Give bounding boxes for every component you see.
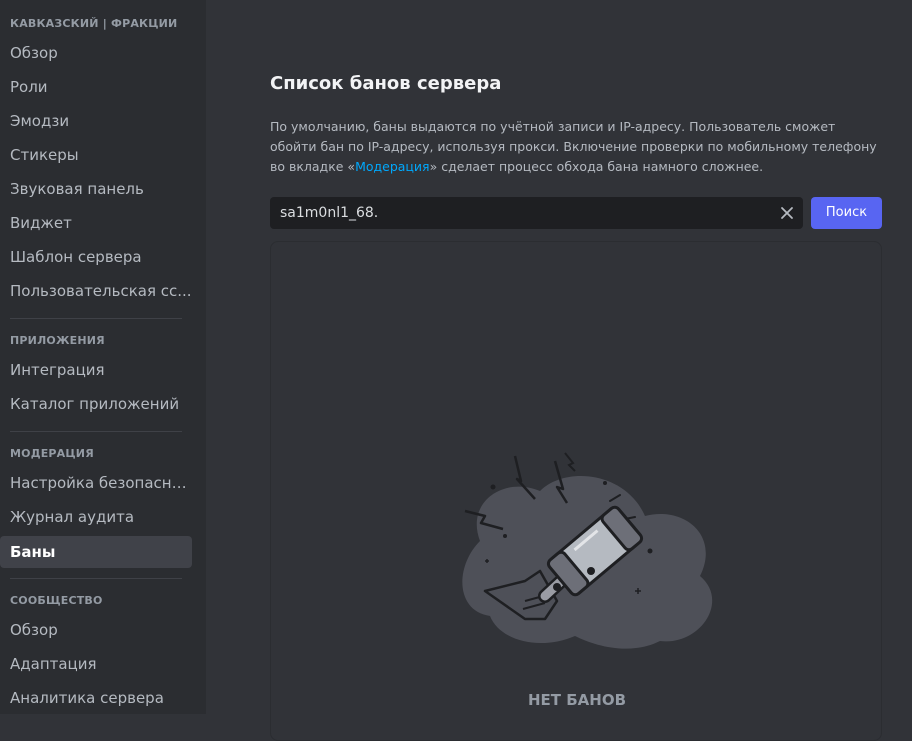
main-content: Список банов сервера По умолчанию, баны … bbox=[206, 0, 912, 741]
sidebar-item-server-insights[interactable]: Аналитика сервера bbox=[0, 682, 192, 714]
sidebar-item-custom-link[interactable]: Пользовательская сс... bbox=[0, 275, 192, 307]
search-input[interactable] bbox=[270, 197, 770, 229]
section-title-moderation: МОДЕРАЦИЯ bbox=[10, 447, 94, 460]
description-text: » сделает процесс обхода бана намного сл… bbox=[429, 159, 764, 174]
sidebar-divider bbox=[10, 431, 182, 432]
sidebar-item-soundboard[interactable]: Звуковая панель bbox=[0, 173, 192, 205]
sidebar-item-bans[interactable]: Баны bbox=[0, 536, 192, 568]
bans-description: По умолчанию, баны выдаются по учётной з… bbox=[270, 117, 878, 177]
search-box bbox=[270, 197, 803, 229]
sidebar-item-safety-setup[interactable]: Настройка безопасно... bbox=[0, 467, 192, 499]
sidebar-item-integrations[interactable]: Интеграция bbox=[0, 354, 192, 386]
sidebar-item-emoji[interactable]: Эмодзи bbox=[0, 105, 192, 137]
section-title-apps: ПРИЛОЖЕНИЯ bbox=[10, 334, 105, 347]
bans-list-panel: НЕТ БАНОВ bbox=[270, 241, 882, 741]
sidebar-item-onboarding[interactable]: Адаптация bbox=[0, 648, 192, 680]
section-title-server: КАВКАЗСКИЙ | ФРАКЦИИ bbox=[10, 17, 178, 30]
sidebar-divider bbox=[10, 318, 182, 319]
moderation-link[interactable]: Модерация bbox=[355, 159, 430, 174]
search-button[interactable]: Поиск bbox=[811, 197, 882, 229]
ban-hammer-illustration bbox=[462, 452, 713, 649]
empty-state-label: НЕТ БАНОВ bbox=[527, 691, 627, 709]
sidebar-item-community-overview[interactable]: Обзор bbox=[0, 614, 192, 646]
sidebar-item-overview[interactable]: Обзор bbox=[0, 37, 192, 69]
settings-sidebar: КАВКАЗСКИЙ | ФРАКЦИИ Обзор Роли Эмодзи С… bbox=[0, 0, 206, 714]
sidebar-item-app-directory[interactable]: Каталог приложений bbox=[0, 388, 192, 420]
sidebar-item-audit-log[interactable]: Журнал аудита bbox=[0, 501, 192, 533]
sidebar-item-stickers[interactable]: Стикеры bbox=[0, 139, 192, 171]
section-title-community: СООБЩЕСТВО bbox=[10, 594, 103, 607]
sidebar-item-roles[interactable]: Роли bbox=[0, 71, 192, 103]
sidebar-divider bbox=[10, 578, 182, 579]
sidebar-item-server-template[interactable]: Шаблон сервера bbox=[0, 241, 192, 273]
page-title: Список банов сервера bbox=[270, 73, 502, 94]
sidebar-item-widget[interactable]: Виджет bbox=[0, 207, 192, 239]
close-icon[interactable] bbox=[779, 205, 795, 221]
